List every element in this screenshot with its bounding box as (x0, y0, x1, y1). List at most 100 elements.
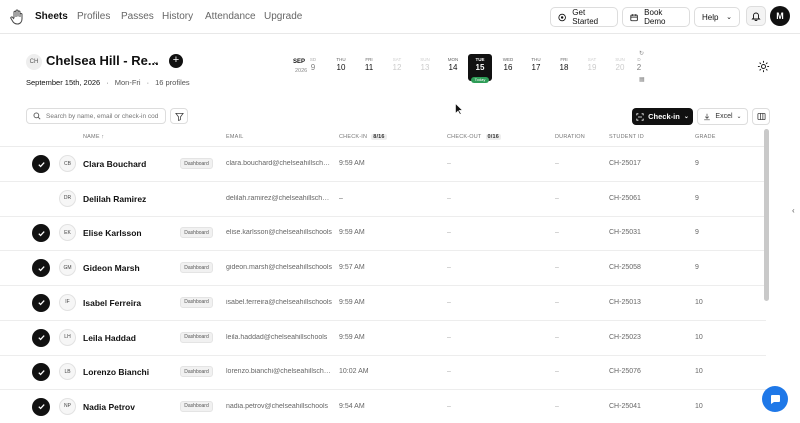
chat-button[interactable] (762, 386, 788, 412)
duration: – (555, 402, 559, 410)
day-cell[interactable]: FRI 11 (357, 54, 381, 79)
student-name[interactable]: Elise Karlsson (83, 228, 142, 238)
checked-in-toggle[interactable] (32, 363, 50, 382)
day-cell[interactable]: SAT 12 (385, 54, 409, 79)
checked-in-toggle[interactable] (32, 224, 50, 243)
col-grade[interactable]: GRADE (695, 134, 716, 140)
dashboard-badge[interactable]: Dashboard (180, 366, 213, 378)
search-input[interactable] (46, 112, 158, 120)
avatar: EK (59, 224, 76, 242)
checked-in-toggle[interactable] (32, 259, 50, 278)
nav-upgrade[interactable]: Upgrade (264, 11, 302, 22)
day-cell[interactable]: SD 9 (306, 54, 320, 79)
get-started-button[interactable]: Get Started (550, 7, 618, 27)
checked-in-toggle[interactable] (32, 397, 50, 416)
col-duration[interactable]: DURATION (555, 134, 585, 140)
chevron-left-icon[interactable]: ‹ (792, 206, 795, 215)
student-email: gideon.marsh@chelseahillschools (226, 264, 332, 272)
table-row[interactable]: GM Gideon Marsh Dashboard gideon.marsh@chel… (0, 251, 766, 287)
filter-button[interactable] (170, 108, 188, 124)
day-cell[interactable]: FRI 18 (552, 54, 576, 79)
calendar-icon (630, 13, 638, 21)
student-name[interactable]: Leila Haddad (83, 333, 136, 343)
refresh-icon[interactable]: ↻ (639, 50, 644, 57)
duration: – (555, 264, 559, 272)
columns-button[interactable] (752, 108, 770, 125)
calendar-icon[interactable]: ▦ (639, 76, 645, 83)
col-name[interactable]: NAME ↑ (83, 134, 104, 140)
student-name[interactable]: Clara Bouchard (83, 159, 146, 169)
day-number: 20 (615, 63, 625, 72)
check-out-time: – (447, 264, 451, 272)
nav-attendance[interactable]: Attendance (205, 11, 256, 22)
dashboard-badge[interactable]: Dashboard (180, 158, 213, 169)
nav-passes[interactable]: Passes (121, 11, 154, 22)
check-in-button[interactable]: Check-in ⌄ (632, 108, 693, 125)
help-dropdown[interactable]: Help ⌄ (694, 7, 740, 27)
dashboard-badge[interactable]: Dashboard (180, 262, 213, 274)
nav-profiles[interactable]: Profiles (77, 11, 110, 22)
day-cell[interactable]: SUN 20 (608, 54, 632, 79)
chevron-down-icon[interactable]: ⌄ (152, 56, 160, 67)
table-row[interactable]: CB Clara Bouchard Dashboard clara.bouchard@… (0, 147, 766, 182)
duration: – (555, 368, 559, 376)
check-in-time: 9:57 AM (339, 264, 365, 272)
day-cell[interactable]: SAT 19 (580, 54, 604, 79)
checked-in-toggle[interactable] (32, 328, 50, 347)
add-button[interactable]: + (169, 54, 183, 68)
table-row[interactable]: LH Leila Haddad Dashboard leila.haddad@chel… (0, 321, 766, 356)
dashboard-badge[interactable]: Dashboard (180, 331, 213, 343)
day-of-week: THU (336, 57, 346, 62)
day-of-week: FRI (365, 57, 373, 62)
notifications-button[interactable] (746, 6, 766, 26)
student-name[interactable]: Gideon Marsh (83, 263, 140, 273)
dashboard-badge[interactable]: Dashboard (180, 227, 213, 239)
day-cell[interactable]: SUN 13 (413, 54, 437, 79)
avatar: GM (59, 259, 76, 277)
book-demo-button[interactable]: Book Demo (622, 7, 690, 27)
table-scrollbar[interactable] (764, 129, 769, 301)
search-box[interactable] (26, 108, 166, 124)
settings-gear-icon[interactable] (757, 60, 770, 73)
filter-icon (174, 112, 184, 121)
col-checkout[interactable]: CHECK-OUT 0/16 (447, 134, 502, 140)
day-of-week: D (637, 57, 641, 62)
table-row[interactable]: NP Nadia Petrov Dashboard nadia.petrov@chel… (0, 390, 766, 423)
check-in-toggle-empty[interactable] (32, 190, 50, 208)
separator: · (146, 78, 150, 87)
day-cell[interactable]: THU 10 (329, 54, 353, 79)
day-cell[interactable]: WED 16 (496, 54, 520, 79)
student-name[interactable]: Nadia Petrov (83, 402, 135, 412)
nav-sheets[interactable]: Sheets (35, 11, 68, 22)
day-number: 14 (448, 63, 458, 72)
nav-history[interactable]: History (162, 11, 193, 22)
dashboard-badge[interactable]: Dashboard (180, 400, 213, 412)
student-name[interactable]: Lorenzo Bianchi (83, 367, 149, 377)
day-cell[interactable]: THU 17 (524, 54, 548, 79)
checked-in-toggle[interactable] (32, 155, 50, 173)
table-row[interactable]: IF Isabel Ferreira Dashboard isabel.ferreir… (0, 286, 766, 321)
day-cell[interactable]: MON 14 (441, 54, 465, 79)
dashboard-badge[interactable]: Dashboard (180, 296, 213, 308)
day-number: 2 (636, 63, 642, 72)
day-of-week: MON (447, 57, 459, 62)
table-row[interactable]: DR Delilah Ramirez delilah.ramirez@chelsea… (0, 182, 766, 217)
student-name[interactable]: Isabel Ferreira (83, 298, 141, 308)
excel-export-button[interactable]: Excel ⌄ (697, 108, 748, 125)
hand-logo-icon[interactable] (10, 9, 24, 25)
table-row[interactable]: EK Elise Karlsson Dashboard elise.karlsson@… (0, 216, 766, 252)
checkout-count-badge: 0/16 (485, 134, 502, 140)
student-name[interactable]: Delilah Ramirez (83, 194, 146, 204)
col-student-id[interactable]: STUDENT ID (609, 134, 644, 140)
bell-icon (751, 12, 761, 21)
user-avatar[interactable]: M (770, 6, 790, 26)
checked-in-toggle[interactable] (32, 293, 50, 312)
sheet-title[interactable]: Chelsea Hill - Re... (46, 53, 159, 68)
duration: – (555, 333, 559, 341)
sheet-date: September 15th, 2026 (26, 78, 101, 87)
table-row[interactable]: LB Lorenzo Bianchi Dashboard lorenzo.bianch… (0, 355, 766, 391)
chevron-down-icon: ⌄ (736, 114, 742, 120)
check-in-time: 9:59 AM (339, 333, 365, 341)
col-checkin[interactable]: CHECK-IN 8/16 (339, 134, 387, 140)
col-email[interactable]: EMAIL (226, 134, 244, 140)
